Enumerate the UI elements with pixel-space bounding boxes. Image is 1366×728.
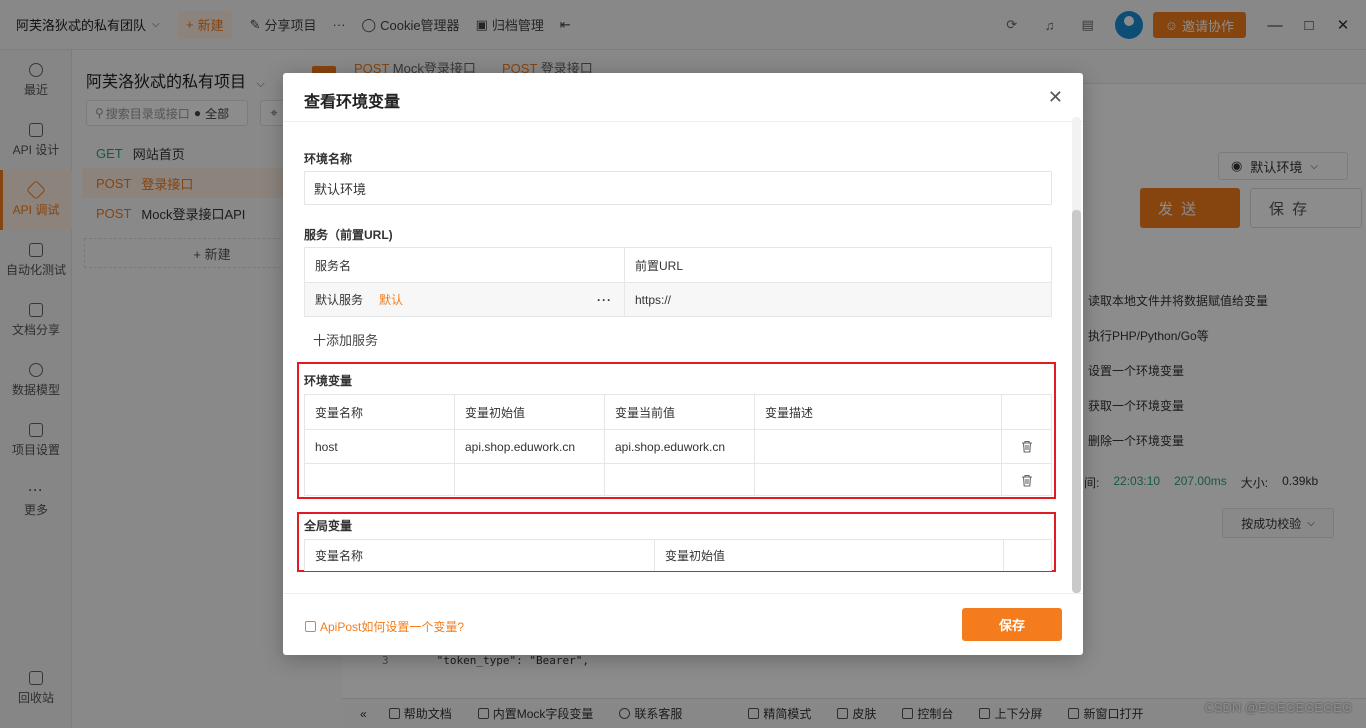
table-header: 服务名 前置URL (305, 248, 1051, 282)
column-header: 变量名称 (305, 540, 655, 571)
row-actions (1002, 464, 1051, 496)
divider (283, 593, 1083, 594)
column-header-actions (1002, 395, 1051, 429)
var-desc-cell[interactable] (755, 464, 1002, 496)
doc-icon (305, 621, 316, 632)
env-vars-table: 变量名称 变量初始值 变量当前值 变量描述 host api.shop.eduw… (304, 394, 1052, 496)
modal-title: 查看环境变量 (304, 94, 401, 111)
var-desc-cell[interactable] (755, 430, 1002, 463)
service-label: 服务（前置URL) (304, 228, 393, 242)
var-init-cell[interactable] (455, 464, 605, 496)
column-header-actions (1004, 540, 1051, 571)
column-header: 变量初始值 (655, 540, 1004, 571)
help-link-text: ApiPost如何设置一个变量? (320, 620, 465, 634)
save-button[interactable]: 保存 (962, 608, 1062, 641)
column-header: 变量名称 (305, 395, 455, 429)
service-url: https:// (635, 292, 672, 307)
var-name-cell[interactable] (305, 464, 455, 496)
service-name-cell[interactable]: 默认服务 默认 ··· (305, 283, 625, 316)
env-name-value: 默认环境 (314, 181, 367, 197)
table-header: 变量名称 变量初始值 (305, 540, 1051, 571)
column-header: 变量当前值 (605, 395, 755, 429)
global-vars-label: 全局变量 (304, 519, 353, 533)
var-name-cell[interactable]: host (305, 430, 455, 463)
divider (283, 121, 1083, 122)
env-name-input[interactable]: 默认环境 (304, 171, 1052, 205)
default-tag: 默认 (379, 293, 404, 307)
save-label: 保存 (998, 618, 1025, 633)
service-name: 默认服务 (315, 293, 364, 307)
var-current-cell[interactable]: api.shop.eduwork.cn (605, 430, 755, 463)
more-icon[interactable]: ··· (597, 293, 612, 307)
column-header: 变量初始值 (455, 395, 605, 429)
table-row: host api.shop.eduwork.cn api.shop.eduwor… (305, 429, 1051, 463)
delete-icon[interactable] (1021, 440, 1033, 453)
row-actions (1002, 430, 1051, 463)
delete-icon[interactable] (1021, 474, 1033, 487)
scrollbar-thumb[interactable] (1072, 210, 1081, 593)
service-url-cell[interactable]: https:// (625, 283, 1051, 316)
env-name-label: 环境名称 (304, 152, 353, 166)
env-vars-label: 环境变量 (304, 374, 353, 388)
global-vars-table: 变量名称 变量初始值 (304, 539, 1052, 571)
column-header: 前置URL (635, 258, 684, 273)
column-header: 服务名 (305, 248, 625, 282)
column-header: 变量描述 (755, 395, 1002, 429)
service-table: 服务名 前置URL 默认服务 默认 ··· https:// (304, 247, 1052, 317)
add-service-button[interactable]: 十添加服务 (313, 330, 378, 349)
table-row (305, 463, 1051, 496)
var-init-cell[interactable]: api.shop.eduwork.cn (455, 430, 605, 463)
table-header: 变量名称 变量初始值 变量当前值 变量描述 (305, 395, 1051, 429)
help-link[interactable]: ApiPost如何设置一个变量? (305, 618, 464, 635)
close-icon[interactable]: ✕ (1048, 87, 1063, 108)
var-current-cell[interactable] (605, 464, 755, 496)
env-variables-modal: 查看环境变量 ✕ 环境名称 默认环境 服务（前置URL) 服务名 前置URL 默… (283, 73, 1083, 655)
table-row: 默认服务 默认 ··· https:// (305, 282, 1051, 316)
